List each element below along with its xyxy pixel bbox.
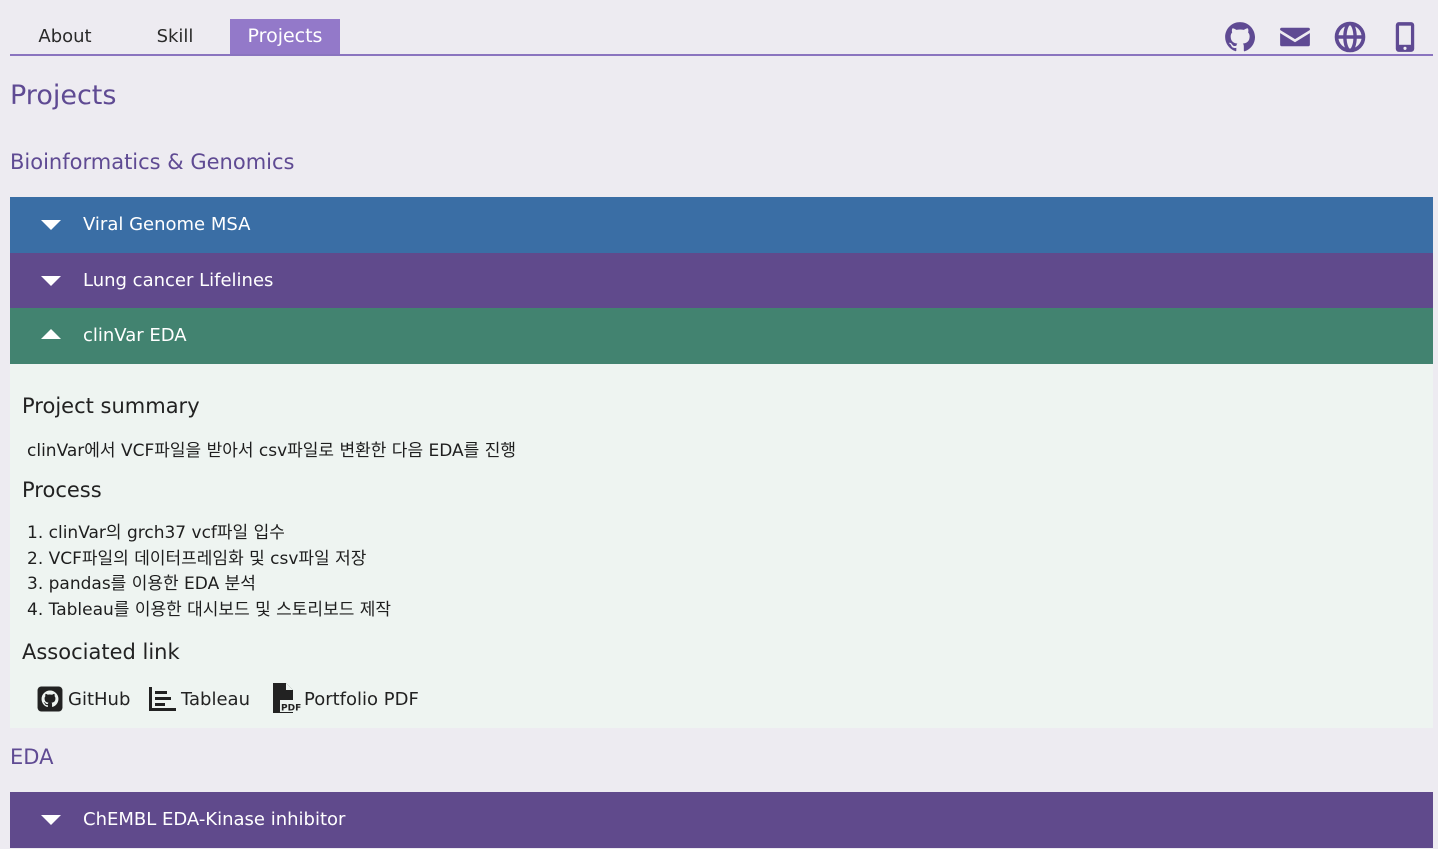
- tab-skill[interactable]: Skill: [120, 19, 230, 54]
- tab-about[interactable]: About: [10, 19, 120, 54]
- globe-icon[interactable]: [1333, 20, 1367, 54]
- tableau-link[interactable]: Tableau: [149, 684, 261, 718]
- process-heading: Process: [22, 478, 102, 502]
- accordion-label: Lung cancer Lifelines: [83, 270, 274, 291]
- chart-icon: [149, 687, 176, 711]
- process-step: 3. pandas를 이용한 EDA 분석: [27, 574, 256, 594]
- github-link-label: GitHub: [68, 689, 131, 710]
- portfolio-pdf-link-label: Portfolio PDF: [304, 689, 419, 710]
- tab-projects[interactable]: Projects: [230, 19, 340, 54]
- page-title: Projects: [10, 80, 117, 111]
- accordion-chembl-eda[interactable]: ChEMBL EDA-Kinase inhibitor: [10, 792, 1433, 848]
- process-step: 1. clinVar의 grch37 vcf파일 입수: [27, 523, 285, 543]
- caret-down-icon: [41, 220, 61, 230]
- caret-up-icon: [41, 329, 61, 339]
- accordion-label: ChEMBL EDA-Kinase inhibitor: [83, 809, 346, 830]
- process-step: 4. Tableau를 이용한 대시보드 및 스토리보드 제작: [27, 599, 392, 620]
- accordion-lung-cancer-lifelines[interactable]: Lung cancer Lifelines: [10, 253, 1433, 309]
- links-heading: Associated link: [22, 640, 180, 664]
- project-detail-panel: Project summary clinVar에서 VCF파일을 받아서 csv…: [10, 364, 1433, 728]
- process-list: 1. clinVar의 grch37 vcf파일 입수 2. VCF파일의 데이…: [27, 521, 391, 623]
- tableau-link-label: Tableau: [181, 689, 250, 710]
- contact-icons: [1223, 20, 1433, 54]
- portfolio-pdf-link[interactable]: PDF Portfolio PDF: [272, 683, 432, 718]
- caret-down-icon: [41, 815, 61, 825]
- caret-down-icon: [41, 276, 61, 286]
- svg-text:PDF: PDF: [281, 704, 301, 714]
- github-square-icon: [37, 686, 63, 712]
- accordion-clinvar-eda[interactable]: clinVar EDA: [10, 308, 1433, 364]
- pdf-file-icon: PDF: [273, 683, 302, 714]
- accordion-viral-genome-msa[interactable]: Viral Genome MSA: [10, 197, 1433, 253]
- process-step: 2. VCF파일의 데이터프레임화 및 csv파일 저장: [27, 548, 367, 569]
- github-link[interactable]: GitHub: [37, 684, 137, 718]
- summary-heading: Project summary: [22, 394, 200, 418]
- github-icon[interactable]: [1223, 20, 1257, 54]
- accordion-label: Viral Genome MSA: [83, 214, 251, 235]
- top-nav: About Skill Projects: [10, 18, 1433, 56]
- accordion-label: clinVar EDA: [83, 325, 187, 346]
- summary-text: clinVar에서 VCF파일을 받아서 csv파일로 변환한 다음 EDA를 …: [27, 441, 516, 461]
- section-title-bioinformatics: Bioinformatics & Genomics: [10, 150, 295, 174]
- mail-icon[interactable]: [1278, 20, 1312, 54]
- mobile-icon[interactable]: [1388, 20, 1422, 54]
- section-title-eda: EDA: [10, 745, 54, 769]
